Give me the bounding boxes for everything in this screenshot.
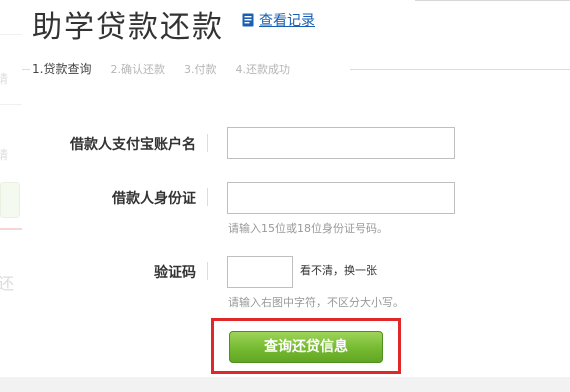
- steps-divider-left: [22, 69, 30, 70]
- step-payment: 3.付款: [183, 62, 217, 76]
- view-records-label: 查看记录: [259, 13, 315, 29]
- id-number-input[interactable]: [227, 182, 455, 214]
- progress-steps: 1.贷款查询 2.确认还款 3.付款 4.还款成功: [32, 60, 309, 77]
- background-page-strip: 请 请 还: [0, 0, 22, 392]
- alipay-account-label: 借款人支付宝账户名: [70, 137, 196, 153]
- captcha-hint: 请输入右图中字符，不区分大小写。: [228, 296, 404, 309]
- step-loan-query: 1.贷款查询: [32, 62, 92, 76]
- background-divider: [0, 34, 22, 35]
- step-repayment-success: 4.还款成功: [235, 62, 290, 76]
- query-repayment-button[interactable]: 查询还贷信息: [229, 331, 383, 363]
- steps-divider: [350, 69, 570, 70]
- captcha-refresh-link[interactable]: 看不清，换一张: [300, 262, 377, 278]
- background-text-fragment: 还: [0, 274, 15, 293]
- background-divider: [0, 104, 22, 105]
- background-text-fragment: 请: [0, 72, 9, 86]
- footer-band: [0, 377, 570, 392]
- label-separator: [207, 134, 208, 152]
- background-red-line: [0, 228, 22, 230]
- label-separator: [207, 188, 208, 206]
- loan-repayment-page: 请 请 还 助学贷款还款 查看记录 1.贷款查询 2.确认还款 3.付款 4.还…: [0, 0, 570, 392]
- document-icon: [242, 13, 254, 27]
- header-divider: [415, 0, 570, 1]
- page-title: 助学贷款还款: [32, 10, 224, 45]
- captcha-input[interactable]: [227, 256, 293, 288]
- view-records-link[interactable]: 查看记录: [242, 10, 315, 30]
- alipay-account-input[interactable]: [227, 127, 455, 159]
- id-number-hint: 请输入15位或18位身份证号码。: [228, 222, 388, 235]
- label-separator: [207, 262, 208, 280]
- background-button: [0, 182, 20, 218]
- captcha-label: 验证码: [154, 265, 196, 281]
- background-text-fragment: 请: [0, 148, 9, 162]
- id-number-label: 借款人身份证: [112, 191, 196, 207]
- step-confirm-repayment: 2.确认还款: [110, 62, 165, 76]
